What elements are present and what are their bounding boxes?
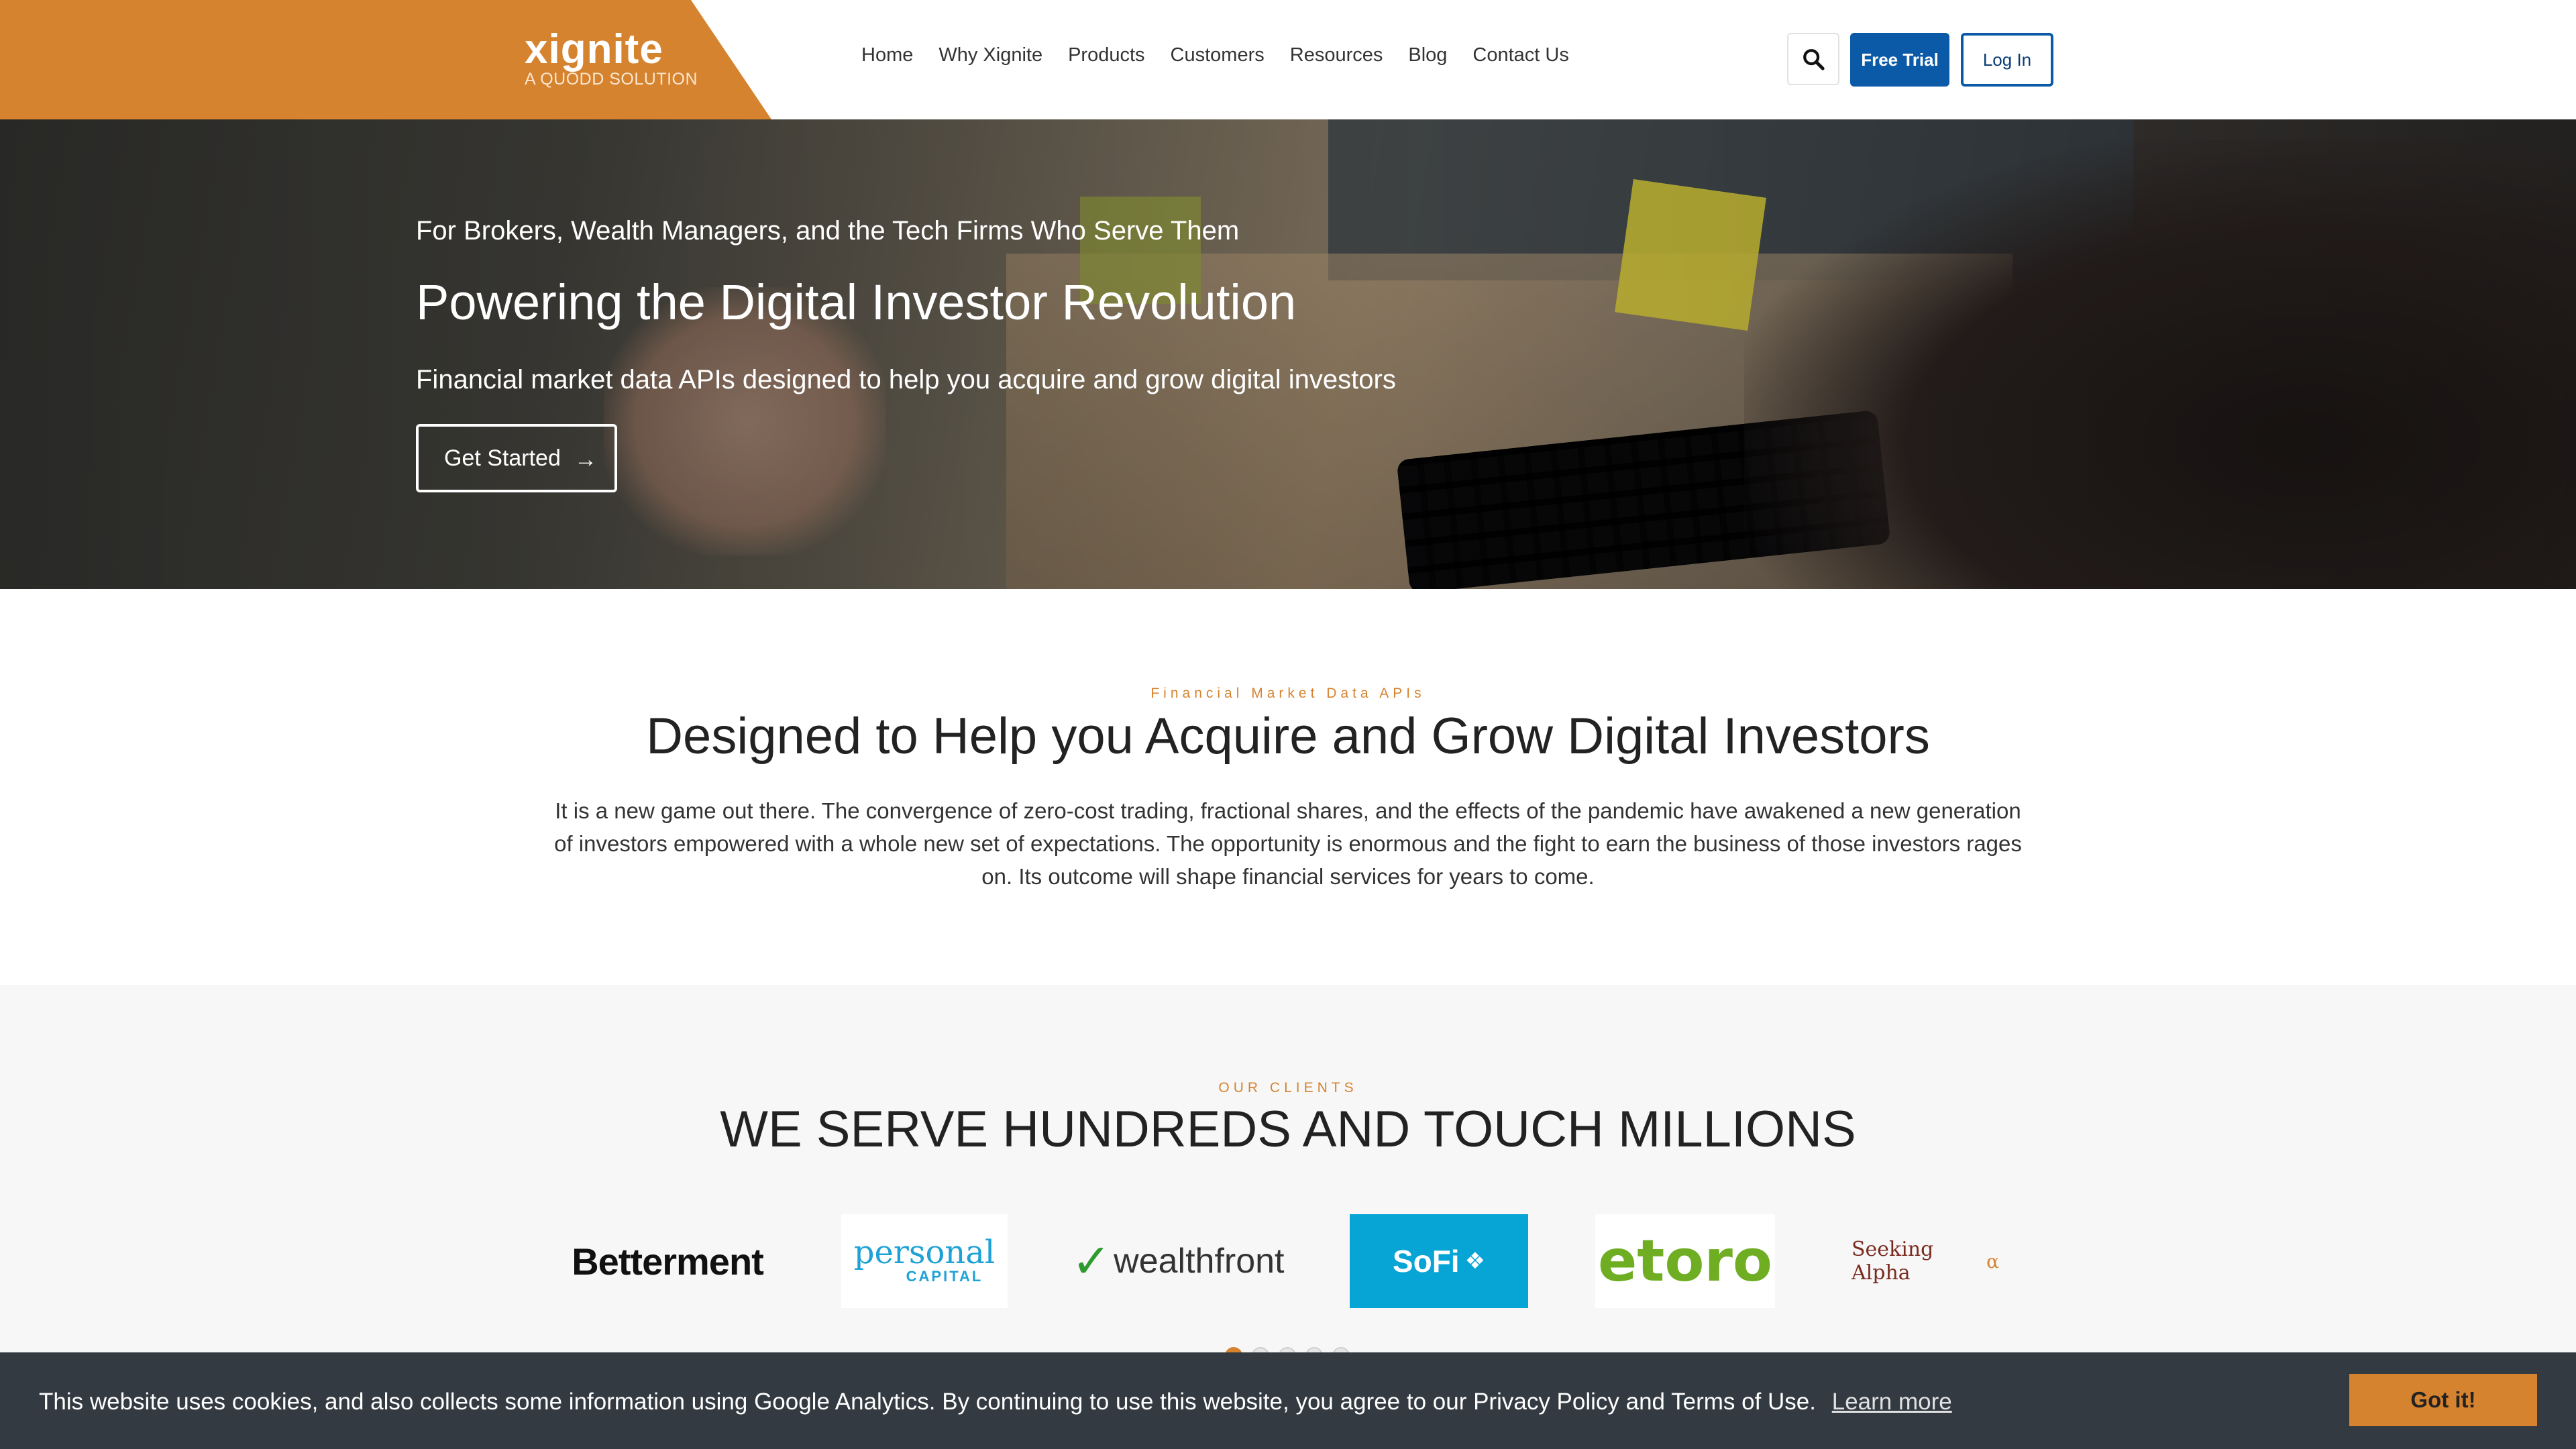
seeking-alpha-wordmark: Seeking Alpha xyxy=(1851,1238,1934,1285)
sofi-mark-icon: ❖ xyxy=(1464,1248,1486,1274)
nav-why-xignite[interactable]: Why Xignite xyxy=(938,44,1042,66)
nav-customers[interactable]: Customers xyxy=(1171,44,1265,66)
brand-tagline: A QUODD SOLUTION xyxy=(525,70,698,89)
intro-title: Designed to Help you Acquire and Grow Di… xyxy=(646,708,1930,765)
personal-capital-subword: CAPITAL xyxy=(906,1268,983,1285)
intro-section: Financial Market Data APIs Designed to H… xyxy=(0,589,2576,985)
learn-more-link[interactable]: Learn more xyxy=(1832,1389,1952,1415)
free-trial-button[interactable]: Free Trial xyxy=(1850,33,1949,87)
client-logo-betterment: Betterment xyxy=(572,1240,764,1283)
hero-banner xyxy=(0,119,2576,589)
wealthfront-leaf-icon: ✓ xyxy=(1071,1235,1112,1287)
client-logo-etoro: etoro xyxy=(1595,1214,1775,1308)
nav-blog[interactable]: Blog xyxy=(1408,44,1447,66)
hero-overlay xyxy=(0,119,2576,589)
search-icon xyxy=(1803,49,1825,70)
clients-eyebrow: OUR CLIENTS xyxy=(1218,1080,1358,1095)
cookie-banner: This website uses cookies, and also coll… xyxy=(0,1352,2576,1449)
cookie-message: This website uses cookies, and also coll… xyxy=(39,1389,1952,1415)
get-started-label: Get Started xyxy=(444,445,561,471)
brand-logo[interactable]: xignite xyxy=(525,25,663,73)
sofi-wordmark: SoFi xyxy=(1392,1244,1460,1279)
nav-products[interactable]: Products xyxy=(1068,44,1144,66)
intro-body: It is a new game out there. The converge… xyxy=(554,798,2022,889)
alpha-icon: α xyxy=(1986,1250,1999,1273)
client-logo-personal-capital: personal CAPITAL xyxy=(841,1214,1008,1308)
cookie-message-text: This website uses cookies, and also coll… xyxy=(39,1389,1816,1415)
clients-title: WE SERVE HUNDREDS AND TOUCH MILLIONS xyxy=(720,1101,1856,1158)
personal-capital-wordmark: personal xyxy=(853,1234,996,1271)
nav-contact-us[interactable]: Contact Us xyxy=(1472,44,1568,66)
client-logo-sofi: SoFi ❖ xyxy=(1350,1214,1528,1308)
get-started-button[interactable]: Get Started → xyxy=(416,424,617,492)
site-header: xignite A QUODD SOLUTION Home Why Xignit… xyxy=(0,0,2576,119)
nav-resources[interactable]: Resources xyxy=(1290,44,1383,66)
intro-eyebrow: Financial Market Data APIs xyxy=(1150,686,1426,701)
arrow-right-icon: → xyxy=(574,447,597,472)
hero-subtitle: Financial market data APIs designed to h… xyxy=(416,365,1396,394)
hero-title: Powering the Digital Investor Revolution xyxy=(416,274,1297,330)
search-button[interactable] xyxy=(1787,33,1839,85)
client-logo-wealthfront: ✓ wealthfront xyxy=(1071,1214,1285,1308)
nav-home[interactable]: Home xyxy=(861,44,913,66)
cookie-accept-button[interactable]: Got it! xyxy=(2349,1374,2537,1426)
login-button[interactable]: Log In xyxy=(1961,33,2053,87)
wealthfront-wordmark: wealthfront xyxy=(1114,1242,1285,1281)
hero-eyebrow: For Brokers, Wealth Managers, and the Te… xyxy=(416,216,1240,246)
main-nav: Home Why Xignite Products Customers Reso… xyxy=(861,44,1595,66)
client-logo-seeking-alpha: Seeking Alpha α xyxy=(1851,1214,1999,1308)
